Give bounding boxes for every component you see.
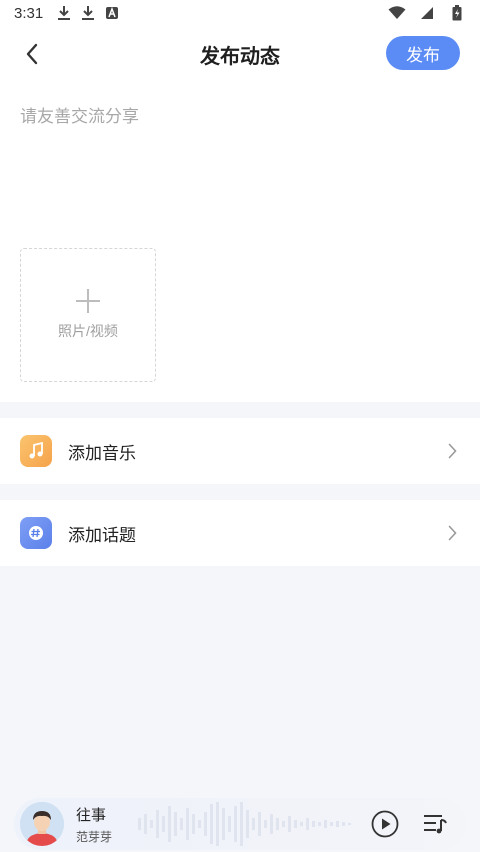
signal-icon xyxy=(418,4,436,22)
music-note-icon xyxy=(20,435,52,467)
song-title: 往事 xyxy=(76,807,107,824)
publish-button[interactable]: 发布 xyxy=(386,36,460,70)
status-time: 3:31 xyxy=(14,4,44,22)
back-arrow-icon xyxy=(26,43,38,65)
download-icon xyxy=(55,4,73,22)
plus-icon xyxy=(76,289,100,313)
add-topic-row[interactable]: 添加话题 xyxy=(0,500,480,566)
battery-icon xyxy=(448,4,466,22)
app-header: 发布动态 发布 xyxy=(0,26,480,82)
mini-music-player[interactable]: 往事 范芽芽 xyxy=(14,798,466,850)
download-icon xyxy=(79,4,97,22)
add-photo-video-button[interactable]: 照片/视频 xyxy=(20,248,156,382)
hashtag-icon xyxy=(20,517,52,549)
play-icon[interactable] xyxy=(370,809,400,839)
post-text-input[interactable] xyxy=(20,102,460,222)
song-artist: 范芽芽 xyxy=(76,830,113,844)
song-info: 往事 范芽芽 xyxy=(76,804,112,845)
add-music-label: 添加音乐 xyxy=(68,443,136,463)
chevron-right-icon xyxy=(444,525,460,541)
chevron-right-icon xyxy=(444,443,460,459)
back-button[interactable] xyxy=(18,40,46,68)
a-box-icon xyxy=(103,4,121,22)
wifi-icon xyxy=(388,4,406,22)
singer-avatar xyxy=(20,802,64,846)
add-music-row[interactable]: 添加音乐 xyxy=(0,418,480,484)
post-editor: 照片/视频 xyxy=(0,82,480,402)
playlist-icon[interactable] xyxy=(422,810,450,838)
publish-post-screen: 3:31 发布动态 发布 请友善交流分享 照片/视频 添加音乐 添加话题 往事 … xyxy=(0,0,480,852)
add-media-label: 照片/视频 xyxy=(58,323,118,339)
waveform-graphic xyxy=(138,802,351,846)
status-bar: 3:31 xyxy=(0,0,480,26)
page-title: 发布动态 xyxy=(200,45,280,68)
add-topic-label: 添加话题 xyxy=(68,525,136,545)
